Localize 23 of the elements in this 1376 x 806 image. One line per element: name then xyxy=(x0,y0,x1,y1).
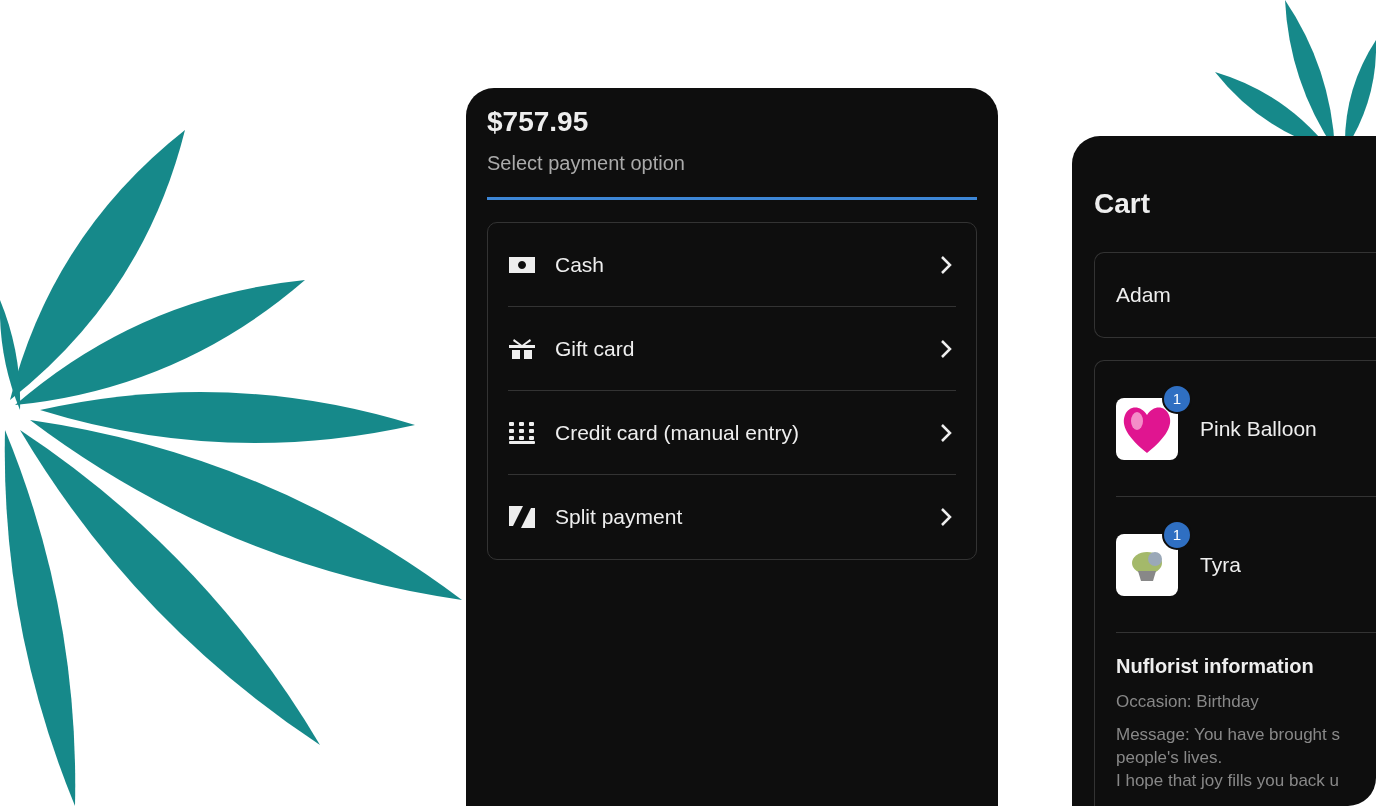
keypad-icon xyxy=(509,421,535,444)
chevron-icon xyxy=(940,254,952,275)
product-name: Tyra xyxy=(1200,552,1241,577)
customer-field[interactable]: Adam xyxy=(1094,252,1376,338)
chevron-icon xyxy=(940,338,952,359)
occasion-text: Occasion: Birthday xyxy=(1116,692,1260,712)
cart-title: Cart xyxy=(1094,188,1151,220)
banknote-icon xyxy=(509,256,535,273)
payment-option[interactable]: Credit card (manual entry) xyxy=(508,391,956,475)
message-text: Message: You have brought s people's lives. I hope that joy fills you back u xyxy=(1116,724,1341,792)
payment-option[interactable]: Cash xyxy=(508,223,956,307)
total-amount: $757.95 xyxy=(487,106,590,138)
gift-icon xyxy=(509,337,535,360)
quantity-badge: 1 xyxy=(1162,383,1192,414)
chevron-icon xyxy=(940,422,952,443)
info-title: Nuflorist information xyxy=(1116,655,1315,678)
product-name: Pink Balloon xyxy=(1200,416,1317,441)
payment-subtitle: Select payment option xyxy=(487,152,686,175)
quantity-badge: 1 xyxy=(1162,519,1192,550)
payment-option[interactable]: Split payment xyxy=(508,475,956,559)
split-icon xyxy=(509,506,535,528)
payment-option[interactable]: Gift card xyxy=(508,307,956,391)
chevron-icon xyxy=(940,507,952,527)
